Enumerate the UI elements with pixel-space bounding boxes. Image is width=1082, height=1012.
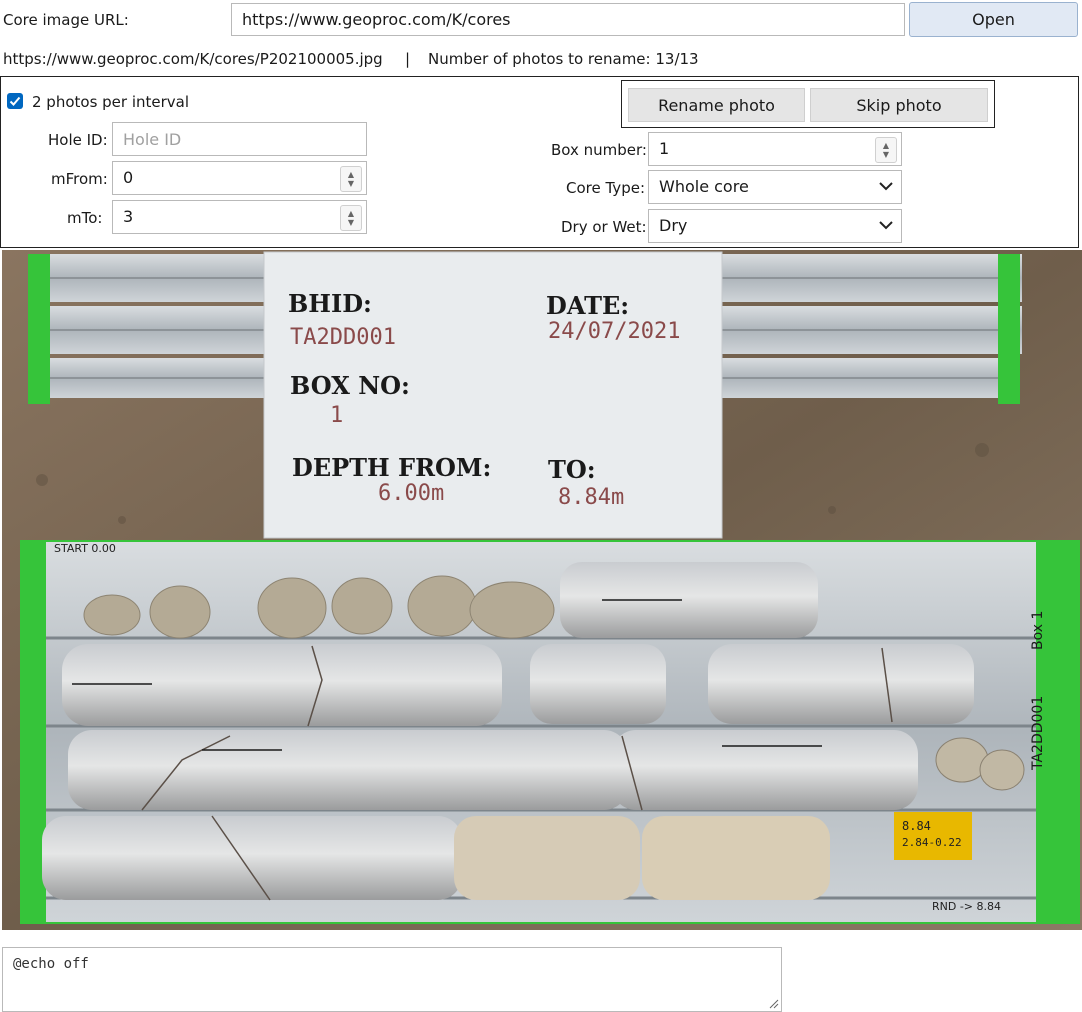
card-box-value: 1	[330, 403, 343, 428]
box-number-label: Box number:	[551, 141, 647, 159]
url-input[interactable]	[231, 3, 905, 36]
mto-label: mTo:	[67, 209, 103, 227]
spin-down-icon: ▼	[347, 179, 355, 188]
chevron-down-icon	[879, 221, 893, 230]
url-label: Core image URL:	[3, 11, 129, 29]
box-number-input[interactable]: 1 ▲ ▼	[648, 132, 902, 166]
core-type-label: Core Type:	[566, 179, 645, 197]
rename-count-text: Number of photos to rename: 13/13	[428, 50, 699, 68]
rename-photo-button[interactable]: Rename photo	[628, 88, 805, 122]
core-photo-illustration: BHID: DATE: BOX NO: DEPTH FROM: TO: TA2D…	[2, 250, 1082, 930]
mto-value: 3	[123, 207, 134, 226]
open-button[interactable]: Open	[909, 2, 1078, 37]
tag-line-2: 2.84-0.22	[902, 836, 962, 849]
box-number-value: 1	[659, 139, 670, 158]
core-type-select[interactable]: Whole core	[648, 170, 902, 204]
dry-wet-value: Dry	[659, 216, 688, 235]
current-file-text: https://www.geoproc.com/K/cores/P2021000…	[3, 50, 383, 68]
box-number-spinner[interactable]: ▲ ▼	[875, 137, 897, 163]
skip-photo-button[interactable]: Skip photo	[810, 88, 988, 122]
tray-end-marker: RND -> 8.84	[932, 900, 1001, 913]
card-date-label: DATE:	[546, 291, 629, 320]
tray-box-marker: Box 1	[1030, 611, 1046, 650]
dry-wet-select[interactable]: Dry	[648, 209, 902, 243]
chevron-down-icon	[879, 182, 893, 191]
two-photos-checkbox[interactable]	[7, 93, 23, 109]
tag-line-1: 8.84	[902, 819, 931, 833]
card-from-value: 6.00m	[378, 481, 444, 506]
mfrom-input[interactable]: 0 ▲ ▼	[112, 161, 367, 195]
mfrom-label: mFrom:	[51, 170, 108, 188]
spin-up-icon: ▲	[347, 209, 355, 218]
tray-hole-marker: TA2DD001	[1030, 696, 1046, 771]
tray-start-marker: START 0.00	[54, 542, 116, 555]
status-separator: |	[405, 50, 411, 68]
two-photos-label: 2 photos per interval	[32, 93, 190, 111]
card-bhid-value: TA2DD001	[290, 325, 396, 350]
hole-id-input[interactable]	[112, 122, 367, 156]
log-text: @echo off	[13, 956, 89, 972]
card-bhid-label: BHID:	[288, 289, 372, 318]
dry-wet-label: Dry or Wet:	[561, 218, 647, 236]
card-box-label: BOX NO:	[290, 371, 410, 400]
spin-up-icon: ▲	[347, 170, 355, 179]
hole-id-label: Hole ID:	[48, 131, 108, 149]
card-date-value: 24/07/2021	[548, 319, 680, 344]
resize-grip-icon[interactable]	[767, 997, 779, 1009]
spin-down-icon: ▼	[882, 150, 890, 159]
core-type-value: Whole core	[659, 177, 749, 196]
mfrom-value: 0	[123, 168, 134, 187]
card-to-value: 8.84m	[558, 485, 624, 510]
spin-down-icon: ▼	[347, 218, 355, 227]
log-textarea[interactable]: @echo off	[2, 947, 782, 1012]
mfrom-spinner[interactable]: ▲ ▼	[340, 166, 362, 192]
core-photo: BHID: DATE: BOX NO: DEPTH FROM: TO: TA2D…	[2, 250, 1082, 930]
check-icon	[9, 96, 21, 106]
card-from-label: DEPTH FROM:	[292, 453, 491, 482]
spin-up-icon: ▲	[882, 141, 890, 150]
mto-spinner[interactable]: ▲ ▼	[340, 205, 362, 231]
card-to-label: TO:	[548, 455, 596, 484]
mto-input[interactable]: 3 ▲ ▼	[112, 200, 367, 234]
